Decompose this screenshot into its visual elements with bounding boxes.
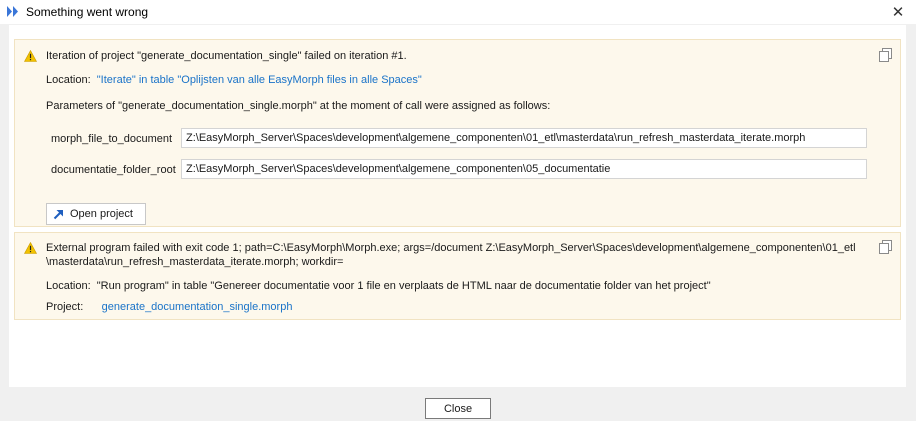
title-bar: Something went wrong ✕ xyxy=(0,0,916,24)
param-label-morph-file: morph_file_to_document xyxy=(51,133,173,145)
params-heading: Parameters of "generate_documentation_si… xyxy=(46,100,551,112)
app-logo-icon xyxy=(7,6,19,20)
warning-icon xyxy=(23,49,38,65)
close-button[interactable]: Close xyxy=(425,398,491,419)
warning-icon xyxy=(23,241,38,257)
error-message-line-2: \masterdata\run_refresh_masterdata_itera… xyxy=(46,256,344,268)
param-label-documentatie-folder: documentatie_folder_root xyxy=(51,164,176,176)
window-close-button[interactable]: ✕ xyxy=(886,0,910,24)
error-panel-iteration: Iteration of project "generate_documenta… xyxy=(14,39,901,227)
param-value-documentatie-folder[interactable]: Z:\EasyMorph_Server\Spaces\development\a… xyxy=(181,159,867,179)
project-link[interactable]: generate_documentation_single.morph xyxy=(102,301,293,313)
param-value-morph-file[interactable]: Z:\EasyMorph_Server\Spaces\development\a… xyxy=(181,128,867,148)
open-project-button[interactable]: Open project xyxy=(46,203,146,225)
open-arrow-icon xyxy=(53,209,64,220)
error-message-line-1: External program failed with exit code 1… xyxy=(46,242,856,254)
project-row: Project: generate_documentation_single.m… xyxy=(46,301,292,313)
window-title: Something went wrong xyxy=(26,5,149,19)
location-row: Location: "Iterate" in table "Oplijsten … xyxy=(46,74,422,86)
copy-icon[interactable] xyxy=(879,48,892,65)
project-label: Project: xyxy=(46,301,84,313)
error-message: Iteration of project "generate_documenta… xyxy=(46,50,407,62)
copy-icon[interactable] xyxy=(879,240,892,257)
location-label: Location: xyxy=(46,280,91,292)
location-value: "Run program" in table "Genereer documen… xyxy=(96,280,711,292)
location-row: Location: "Run program" in table "Genere… xyxy=(46,280,711,292)
open-project-label: Open project xyxy=(70,208,133,220)
location-label: Location: xyxy=(46,74,91,86)
error-panel-external-program: External program failed with exit code 1… xyxy=(14,232,901,320)
close-icon: ✕ xyxy=(891,4,905,21)
location-link[interactable]: "Iterate" in table "Oplijsten van alle E… xyxy=(97,74,422,86)
dialog-content: Iteration of project "generate_documenta… xyxy=(9,25,906,387)
